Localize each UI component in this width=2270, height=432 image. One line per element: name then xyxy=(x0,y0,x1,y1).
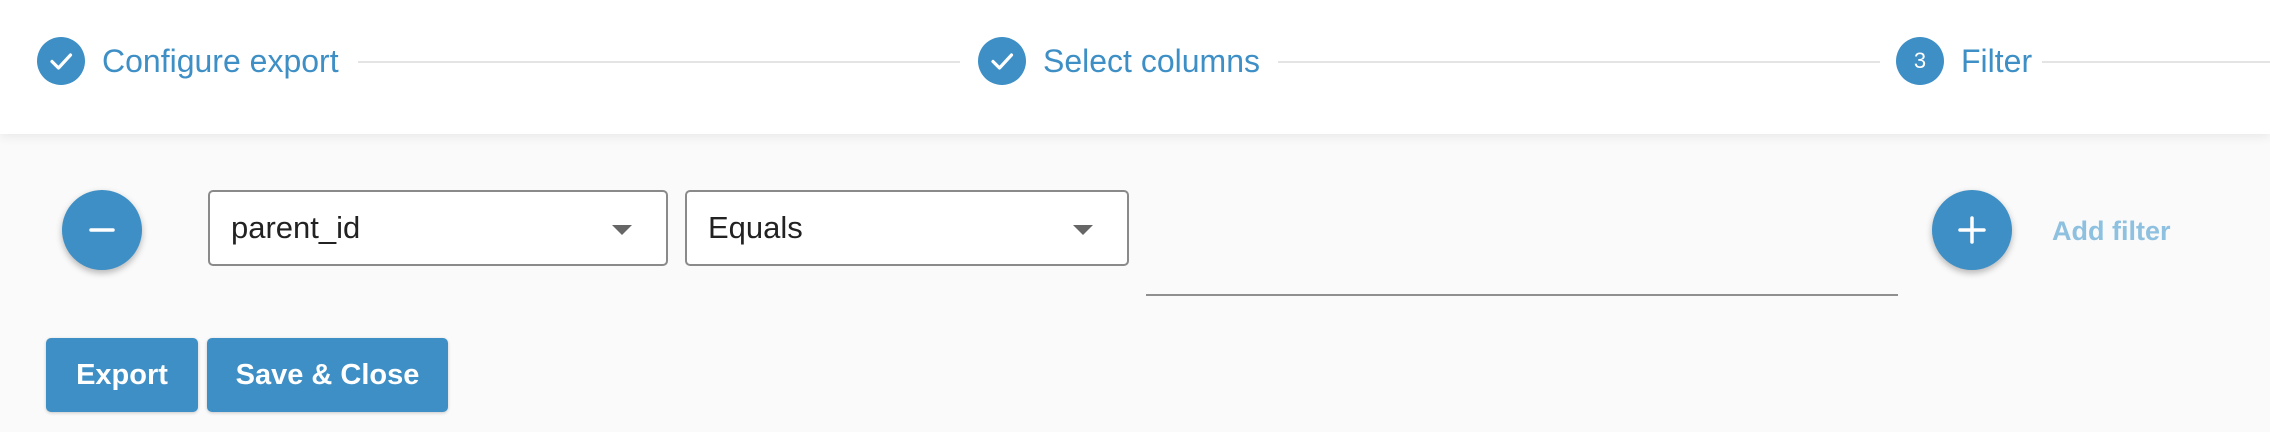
step-connector xyxy=(1278,61,1880,63)
caret-down-icon xyxy=(612,225,632,235)
caret-down-icon xyxy=(1073,225,1093,235)
step-label: Filter xyxy=(1961,42,2033,79)
step-label: Configure export xyxy=(102,42,339,79)
column-select-value: parent_id xyxy=(231,210,361,245)
step-connector xyxy=(358,61,960,63)
save-close-button[interactable]: Save & Close xyxy=(207,338,448,412)
step-complete-indicator xyxy=(37,37,85,85)
step-complete-indicator xyxy=(978,37,1026,85)
column-select[interactable]: parent_id xyxy=(208,190,668,266)
filter-panel: parent_id Equals Add filter Export Save … xyxy=(0,134,2270,432)
step-configure-export[interactable]: Configure export xyxy=(37,36,339,86)
step-connector xyxy=(2042,61,2270,63)
add-filter-link[interactable]: Add filter xyxy=(2052,216,2171,247)
step-filter[interactable]: 3 Filter xyxy=(1896,36,2032,86)
step-number: 3 xyxy=(1913,48,1927,73)
remove-filter-button[interactable] xyxy=(62,190,142,270)
export-button[interactable]: Export xyxy=(46,338,198,412)
filter-value-input[interactable] xyxy=(1146,236,1898,296)
check-icon xyxy=(991,53,1014,70)
check-icon xyxy=(50,53,73,70)
export-stepper: Configure export Select columns 3 Filter xyxy=(0,0,2270,134)
plus-icon xyxy=(1958,216,1986,244)
step-label: Select columns xyxy=(1043,42,1260,79)
step-select-columns[interactable]: Select columns xyxy=(978,36,1260,86)
step-number-indicator: 3 xyxy=(1896,37,1944,85)
operator-select[interactable]: Equals xyxy=(685,190,1129,266)
minus-icon xyxy=(89,228,115,232)
add-filter-button[interactable] xyxy=(1932,190,2012,270)
operator-select-value: Equals xyxy=(708,210,803,245)
